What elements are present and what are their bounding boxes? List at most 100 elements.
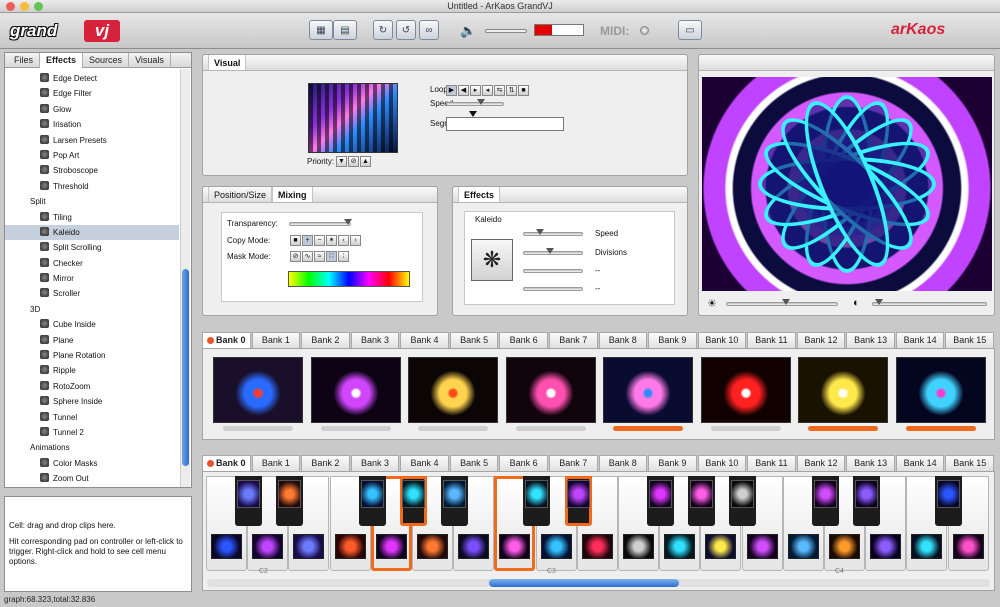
close-window-button[interactable]: [6, 2, 15, 11]
segment-bar[interactable]: [446, 117, 564, 131]
keyboard-scrollbar[interactable]: [207, 579, 990, 587]
bank-tab[interactable]: Bank 6: [499, 332, 548, 348]
key-clip[interactable]: [829, 534, 860, 559]
clip-cell[interactable]: [213, 357, 303, 423]
copy-next-icon[interactable]: ›: [350, 235, 361, 246]
copy-subtract-icon[interactable]: −: [314, 235, 325, 246]
key-clip[interactable]: [937, 480, 961, 508]
tree-item[interactable]: Scroller: [5, 286, 179, 301]
tree-item[interactable]: Kaleido: [5, 224, 179, 241]
sync-icon[interactable]: ↻: [373, 20, 393, 40]
tab-visual[interactable]: Visual: [208, 55, 247, 70]
mask-grid-icon[interactable]: ∷: [326, 251, 337, 262]
bank-tab[interactable]: Bank 9: [648, 332, 697, 348]
tab-files[interactable]: Files: [8, 53, 41, 68]
key-clip[interactable]: [417, 534, 448, 559]
tree-item[interactable]: Cube Inside: [5, 317, 179, 332]
key-clip[interactable]: [952, 534, 984, 559]
tab-effects[interactable]: Effects: [40, 53, 84, 68]
key-clip[interactable]: [443, 480, 466, 508]
mask-none-icon[interactable]: ⊘: [290, 251, 301, 262]
random-icon[interactable]: ⇅: [506, 85, 517, 96]
key-clip[interactable]: [664, 534, 696, 559]
key-clip[interactable]: [581, 534, 613, 559]
tree-item[interactable]: Plane Rotation: [5, 348, 179, 363]
bank-tab[interactable]: Bank 1: [251, 455, 301, 471]
key-clip[interactable]: [855, 480, 878, 508]
copy-normal-icon[interactable]: ■: [290, 235, 301, 246]
tree-item[interactable]: Zoom Out: [5, 471, 179, 486]
key-clip[interactable]: [690, 480, 714, 508]
tree-item[interactable]: Plane: [5, 333, 179, 348]
key-clip[interactable]: [566, 480, 590, 508]
copy-prev-icon[interactable]: ‹: [338, 235, 349, 246]
bank-tab[interactable]: Bank 7: [548, 332, 598, 348]
key-clip[interactable]: [360, 480, 384, 508]
bank-tab[interactable]: Bank 2: [301, 455, 350, 471]
effect-speed-slider[interactable]: [523, 229, 583, 236]
layout-split-icon[interactable]: ▤: [333, 20, 357, 40]
clip-cell[interactable]: [798, 357, 888, 423]
tree-category[interactable]: 3D: [5, 302, 179, 317]
effect-param4-slider[interactable]: [523, 287, 583, 291]
effect-param3-slider[interactable]: [523, 269, 583, 273]
clip-cell[interactable]: [408, 357, 498, 423]
clip-cell[interactable]: [700, 357, 791, 423]
tree-category[interactable]: Split: [5, 194, 179, 209]
effect-divisions-slider[interactable]: [523, 248, 583, 255]
play-forward-icon[interactable]: ▸: [470, 85, 481, 96]
bank-tab[interactable]: Bank 12: [796, 455, 846, 471]
key-clip[interactable]: [499, 534, 531, 559]
key-clip[interactable]: [705, 534, 737, 559]
minimize-window-button[interactable]: [20, 2, 29, 11]
layout-single-icon[interactable]: ▦: [309, 20, 333, 40]
tree-item[interactable]: Edge Filter: [5, 86, 179, 101]
bank-tab[interactable]: Bank 6: [499, 455, 548, 471]
tree-item[interactable]: Stroboscope: [5, 163, 179, 178]
priority-none-icon[interactable]: ⊘: [348, 156, 359, 167]
key-clip[interactable]: [293, 534, 325, 559]
tree-item[interactable]: Tunnel: [5, 410, 179, 425]
key-clip[interactable]: [911, 534, 943, 559]
key-clip[interactable]: [211, 534, 242, 559]
bank-tab[interactable]: Bank 3: [350, 455, 400, 471]
bank-tab[interactable]: Bank 2: [301, 332, 350, 348]
tree-item[interactable]: Sphere Inside: [5, 394, 179, 409]
ping-pong-icon[interactable]: ⇆: [494, 85, 505, 96]
key-clip[interactable]: [649, 480, 672, 508]
loop-forward-icon[interactable]: ▶: [446, 85, 457, 96]
tree-item[interactable]: RotoZoom: [5, 379, 179, 394]
bank-tab[interactable]: Bank 1: [251, 332, 301, 348]
key-clip[interactable]: [278, 480, 302, 508]
bank-close-icon[interactable]: [207, 460, 215, 467]
bank-tab[interactable]: Bank 0: [202, 332, 251, 348]
tab-mixing[interactable]: Mixing: [272, 187, 313, 202]
mask-curve-icon[interactable]: ≈: [314, 251, 325, 262]
tree-scroll-thumb[interactable]: [182, 269, 189, 466]
key-clip[interactable]: [870, 534, 902, 559]
bank-tab[interactable]: Bank 4: [400, 455, 449, 471]
clip-cell[interactable]: [603, 357, 693, 423]
visual-speed-slider[interactable]: [446, 99, 504, 106]
bank-tab[interactable]: Bank 10: [697, 455, 747, 471]
bank-tab[interactable]: Bank 11: [747, 332, 796, 348]
tree-item[interactable]: Edge Detect: [5, 71, 179, 86]
bank-tab[interactable]: Bank 10: [697, 332, 747, 348]
bank-tab[interactable]: Bank 14: [895, 455, 945, 471]
bank-tab[interactable]: Bank 5: [449, 455, 499, 471]
bank-tab[interactable]: Bank 8: [598, 455, 648, 471]
key-clip[interactable]: [237, 480, 260, 508]
key-clip[interactable]: [401, 480, 425, 508]
keyboard-scroll-thumb[interactable]: [489, 579, 679, 587]
key-clip[interactable]: [458, 534, 490, 559]
tab-sources[interactable]: Sources: [83, 53, 130, 68]
bank-tab[interactable]: Bank 14: [895, 332, 945, 348]
tree-item[interactable]: Glow: [5, 102, 179, 117]
tab-visuals[interactable]: Visuals: [129, 53, 171, 68]
key-clip[interactable]: [731, 480, 755, 508]
priority-down-icon[interactable]: ▼: [336, 156, 347, 167]
clip-cell[interactable]: [505, 357, 596, 423]
bank-tab[interactable]: Bank 13: [846, 455, 895, 471]
key-clip[interactable]: [746, 534, 778, 559]
tree-item[interactable]: Irisation: [5, 117, 179, 132]
